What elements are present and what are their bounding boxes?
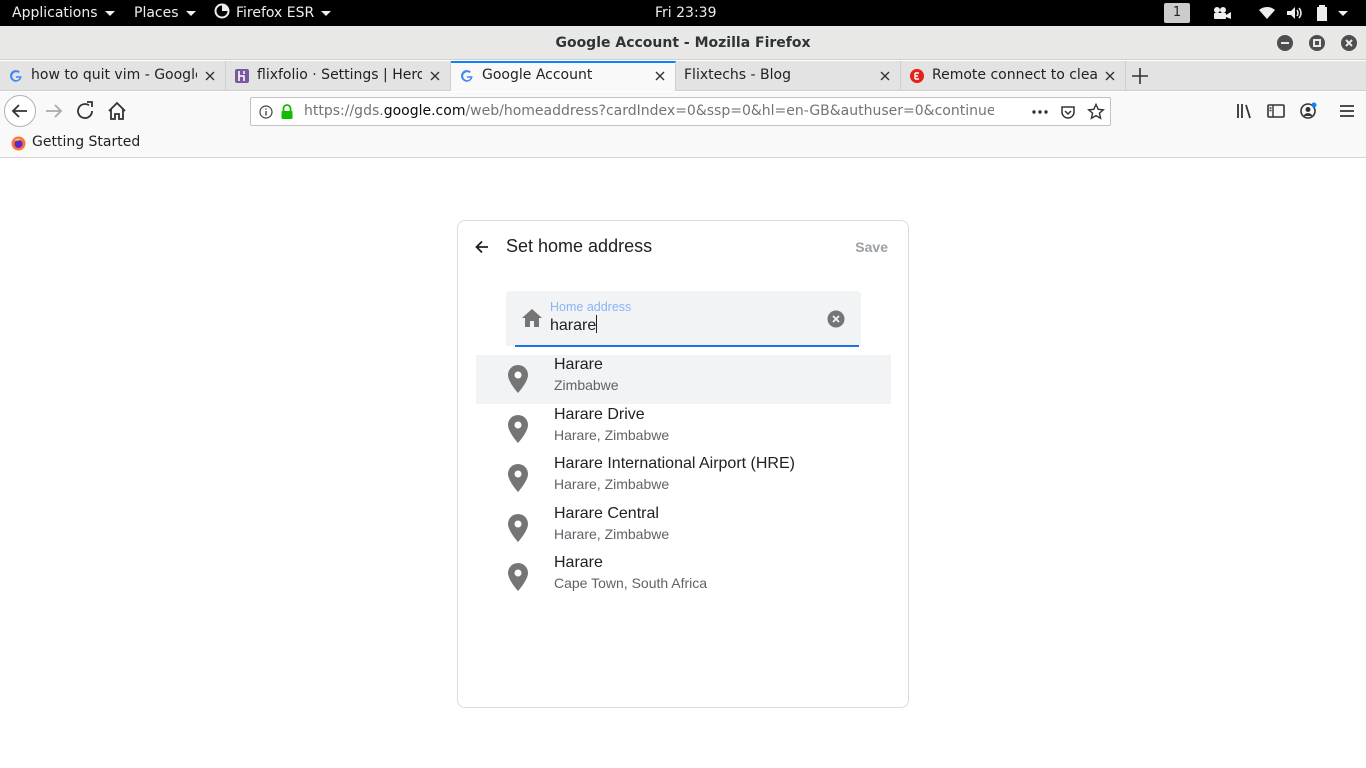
url-bar[interactable]: https://gds.google.com/web/homeaddress?c…: [250, 97, 1111, 126]
applications-menu[interactable]: Applications: [12, 0, 115, 26]
hamburger-menu-icon[interactable]: [1335, 99, 1359, 123]
tab-cleardb[interactable]: Remote connect to clearDB: [901, 61, 1126, 91]
home-button[interactable]: [105, 99, 129, 123]
video-camera-icon[interactable]: [1212, 6, 1232, 20]
tab-heroku[interactable]: flixfolio · Settings | Heroku: [226, 61, 451, 91]
clear-input-icon[interactable]: [827, 310, 845, 328]
lock-icon[interactable]: [280, 104, 294, 119]
tab-google-search[interactable]: how to quit vim - Google Search: [0, 61, 226, 91]
field-label: Home address: [550, 300, 632, 314]
suggestion-secondary: Harare, Zimbabwe: [554, 427, 670, 443]
field-focus-underline: [515, 345, 859, 347]
navigation-toolbar: https://gds.google.com/web/homeaddress?c…: [0, 92, 1366, 130]
url-text[interactable]: https://gds.google.com/web/homeaddress?c…: [304, 103, 994, 119]
heroku-icon: [235, 69, 249, 83]
url-path: /web/homeaddress?cardIndex=0&ssp=0&hl=en…: [465, 103, 994, 119]
firefox-app-menu[interactable]: Firefox ESR: [214, 0, 332, 26]
save-button[interactable]: Save: [855, 239, 888, 255]
maximize-button[interactable]: [1309, 35, 1325, 51]
page-title: Set home address: [506, 236, 653, 256]
home-address-card: Set home address Save Home address harar…: [457, 220, 909, 708]
suggestion-main: Harare: [554, 356, 603, 373]
suggestion-item[interactable]: Harare International Airport (HRE) Harar…: [476, 454, 891, 503]
close-window-button[interactable]: [1341, 35, 1357, 51]
pocket-icon[interactable]: [1060, 104, 1076, 120]
tab-label: Google Account: [482, 67, 593, 83]
suggestion-secondary: Harare, Zimbabwe: [554, 526, 670, 542]
workspace-indicator[interactable]: 1: [1164, 3, 1190, 23]
places-menu[interactable]: Places: [134, 0, 196, 26]
applications-label: Applications: [12, 5, 98, 21]
suggestion-main: Harare: [554, 554, 603, 571]
wifi-icon[interactable]: [1258, 6, 1276, 20]
bookmarks-toolbar: Getting Started: [0, 130, 1366, 158]
system-top-bar: Applications Places Firefox ESR Fri 23:3…: [0, 0, 1366, 26]
tab-label: Remote connect to clearDB: [932, 67, 1097, 83]
bookmark-star-icon[interactable]: [1087, 103, 1105, 121]
close-tab-icon[interactable]: [653, 69, 667, 83]
tab-strip: how to quit vim - Google Search flixfoli…: [0, 61, 1366, 91]
reload-button[interactable]: [73, 99, 97, 123]
text-cursor: [596, 315, 598, 333]
suggestion-secondary: Zimbabwe: [554, 377, 619, 393]
suggestion-secondary: Harare, Zimbabwe: [554, 476, 670, 492]
battery-icon[interactable]: [1316, 5, 1328, 21]
close-tab-icon[interactable]: [203, 69, 217, 83]
tab-label: how to quit vim - Google Search: [31, 67, 197, 83]
clock[interactable]: Fri 23:39: [655, 0, 716, 26]
sidebar-icon[interactable]: [1264, 99, 1288, 123]
places-label: Places: [134, 5, 179, 21]
account-icon[interactable]: [1296, 99, 1320, 123]
suggestion-item[interactable]: Harare Central Harare, Zimbabwe: [476, 504, 891, 553]
google-icon: [10, 70, 22, 82]
library-icon[interactable]: [1233, 99, 1257, 123]
suggestion-item[interactable]: Harare Zimbabwe: [476, 355, 891, 404]
volume-icon[interactable]: [1286, 6, 1304, 20]
location-pin-icon: [508, 464, 528, 492]
close-tab-icon[interactable]: [878, 69, 892, 83]
location-pin-icon: [508, 415, 528, 443]
bookmark-label: Getting Started: [32, 134, 141, 150]
arrow-left-icon: [11, 104, 27, 118]
forward-button[interactable]: [42, 99, 66, 123]
suggestion-main: Harare Drive: [554, 406, 645, 423]
suggestion-main: Harare Central: [554, 505, 659, 522]
close-tab-icon[interactable]: [428, 69, 442, 83]
google-icon: [461, 70, 473, 82]
window-titlebar: Google Account - Mozilla Firefox: [0, 26, 1366, 60]
window-title: Google Account - Mozilla Firefox: [555, 35, 811, 51]
page-actions-icon[interactable]: [1031, 105, 1049, 119]
suggestion-secondary: Cape Town, South Africa: [554, 575, 708, 591]
tab-label: flixfolio · Settings | Heroku: [257, 67, 422, 83]
tab-flixtechs-blog[interactable]: Flixtechs - Blog: [676, 61, 901, 91]
back-button[interactable]: [4, 95, 36, 127]
caret-down-icon: [185, 10, 196, 16]
home-address-input[interactable]: harare: [550, 315, 598, 335]
url-host: google.com: [383, 103, 466, 119]
location-pin-icon: [508, 514, 528, 542]
minimize-button[interactable]: [1277, 35, 1293, 51]
firefox-label: Firefox ESR: [236, 5, 315, 21]
caret-down-icon: [321, 10, 332, 16]
location-pin-icon: [508, 563, 528, 591]
firefox-icon: [214, 3, 230, 19]
back-arrow-icon[interactable]: [474, 239, 490, 255]
suggestion-item[interactable]: Harare Cape Town, South Africa: [476, 553, 891, 602]
suggestion-item[interactable]: Harare Drive Harare, Zimbabwe: [476, 405, 891, 454]
close-icon: [1345, 39, 1353, 47]
close-tab-icon[interactable]: [1103, 69, 1117, 83]
home-icon: [522, 309, 542, 327]
info-icon[interactable]: [259, 105, 273, 119]
tab-label: Flixtechs - Blog: [684, 67, 791, 83]
url-prefix: https://gds.: [304, 103, 384, 119]
input-value: harare: [550, 317, 597, 334]
system-menu-caret-icon[interactable]: [1338, 11, 1348, 16]
caret-down-icon: [104, 10, 115, 16]
firefox-icon: [11, 136, 26, 151]
suggestion-main: Harare International Airport (HRE): [554, 455, 795, 472]
new-tab-plus-icon[interactable]: [1130, 66, 1150, 86]
location-pin-icon: [508, 365, 528, 393]
cleardb-icon: [910, 69, 924, 83]
tab-google-account[interactable]: Google Account: [451, 61, 676, 91]
